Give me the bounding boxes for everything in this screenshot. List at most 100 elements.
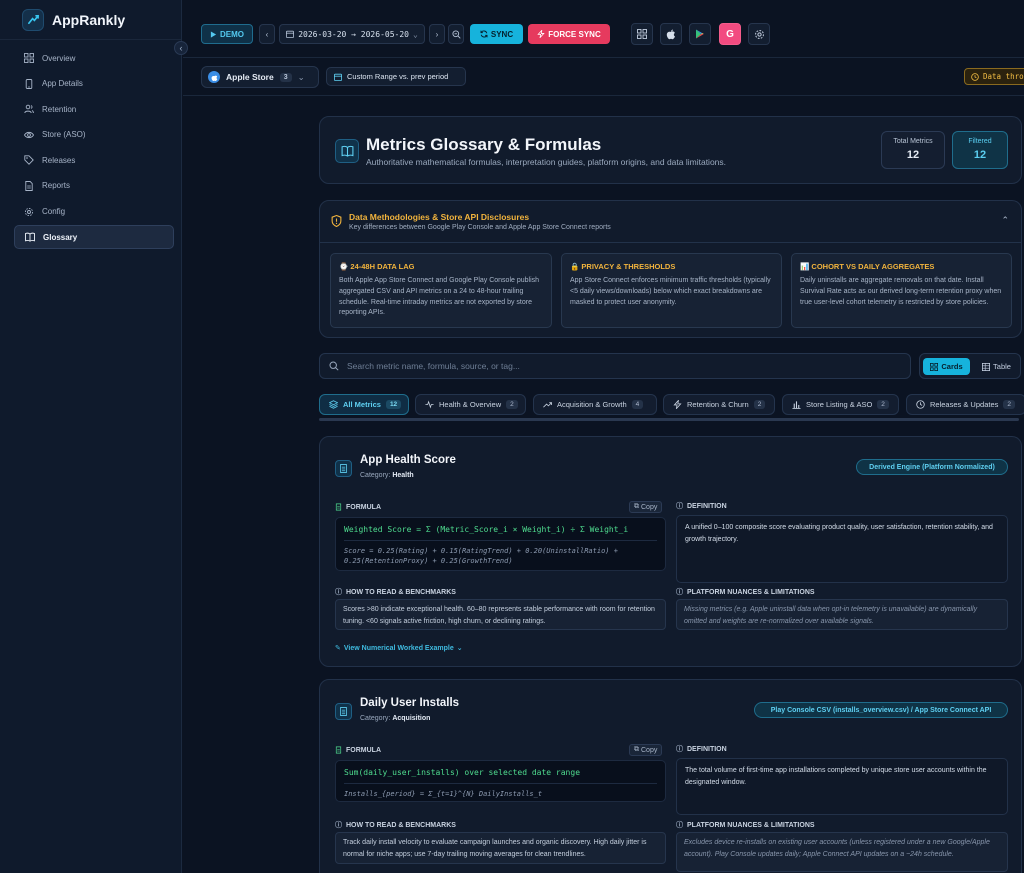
sidebar-item-app-details[interactable]: App Details [14, 72, 174, 96]
pulse-icon [425, 400, 434, 409]
tab-count: 2 [877, 400, 889, 409]
sidebar-nav: Overview App Details Retention Store (AS… [14, 46, 174, 251]
tab-retention-churn[interactable]: Retention & Churn 2 [663, 394, 775, 415]
table-view-button[interactable]: Table [975, 358, 1018, 375]
tab-releases-updates[interactable]: Releases & Updates 2 [906, 394, 1024, 415]
chevron-up-icon: ⌃ [1001, 215, 1009, 225]
tab-count: 2 [1003, 400, 1015, 409]
app-store-icon [208, 71, 220, 83]
disclosure-title: 🔒 PRIVACY & THRESHOLDS [570, 262, 676, 271]
calendar-icon [334, 73, 342, 81]
disclosure-text: App Store Connect enforces minimum traff… [570, 277, 771, 306]
sidebar-item-reports[interactable]: Reports [14, 174, 174, 198]
how-to-read-text: Scores >80 indicate exceptional health. … [335, 599, 666, 630]
prev-range-button[interactable]: ‹ [259, 24, 275, 44]
definition-label: ⓘ DEFINITION [676, 744, 727, 754]
how-to-read-label: ⓘ HOW TO READ & BENCHMARKS [335, 587, 456, 597]
sidebar-item-overview[interactable]: Overview [14, 46, 174, 70]
sync-button[interactable]: SYNC [470, 24, 523, 44]
eye-icon [24, 131, 34, 138]
table-view-label: Table [993, 362, 1011, 371]
info-icon: ⓘ [335, 589, 342, 596]
tab-all-metrics[interactable]: All Metrics 12 [319, 394, 409, 415]
play-icon [210, 30, 217, 38]
zoom-out-button[interactable] [448, 24, 464, 44]
nuances-heading: PLATFORM NUANCES & LIMITATIONS [687, 588, 815, 596]
bolt-icon [537, 30, 545, 38]
total-metrics-label: Total Metrics [893, 138, 933, 145]
tab-label: Store Listing & ASO [806, 400, 873, 409]
info-icon: ⓘ [335, 822, 342, 829]
logo[interactable]: AppRankly [0, 0, 181, 40]
tabs-scrollbar[interactable] [319, 418, 1019, 421]
worked-example-toggle[interactable]: ✎ View Numerical Worked Example ⌄ [335, 644, 463, 653]
sidebar-item-releases[interactable]: Releases [14, 148, 174, 172]
sidebar-item-label: Config [42, 207, 66, 217]
methodology-title: Data Methodologies & Store API Disclosur… [349, 212, 530, 222]
formula-code-block[interactable]: Weighted Score = Σ (Metric_Score_i × Wei… [335, 517, 666, 571]
nuances-heading: PLATFORM NUANCES & LIMITATIONS [687, 821, 815, 829]
metric-title: App Health Score [360, 454, 456, 466]
sync-label: SYNC [490, 29, 514, 39]
table-icon [982, 362, 991, 371]
sidebar-item-retention[interactable]: Retention [14, 97, 174, 121]
document-icon [25, 181, 33, 191]
category-value: Acquisition [392, 715, 431, 722]
metric-card-app-health-score: App Health Score Category: Health Derive… [319, 436, 1022, 667]
chevron-down-icon: ⌄ [456, 645, 463, 652]
data-freshness-chip[interactable]: Data thro [964, 68, 1024, 85]
google-play-platform-button[interactable] [689, 23, 711, 45]
tab-store-listing-aso[interactable]: Store Listing & ASO 2 [782, 394, 899, 415]
comparison-range-chip[interactable]: Custom Range vs. prev period [326, 67, 466, 86]
formula-main: Weighted Score = Σ (Metric_Score_i × Wei… [344, 525, 629, 534]
page-subtitle: Authoritative mathematical formulas, int… [366, 157, 727, 167]
nuances-text: Excludes device re-installs on existing … [676, 832, 1008, 872]
formula-code-block[interactable]: Sum(daily_user_installs) over selected d… [335, 760, 666, 802]
copy-formula-button[interactable]: ⧉ Copy [629, 744, 663, 756]
logo-chart-icon [22, 8, 44, 31]
store-label: Apple Store [226, 72, 274, 82]
category-prefix: Category: [360, 472, 391, 479]
google-account-button[interactable]: G [719, 23, 741, 45]
collapse-panel-button[interactable]: ⌃ [1001, 215, 1009, 226]
copy-formula-button[interactable]: ⧉ Copy [629, 501, 663, 513]
comparison-range-text: Custom Range vs. prev period [347, 72, 449, 81]
store-count-badge: 3 [279, 72, 292, 82]
all-platforms-button[interactable] [631, 23, 653, 45]
sidebar-item-label: App Details [42, 79, 83, 89]
apple-platform-button[interactable] [660, 23, 682, 45]
document-icon [335, 460, 352, 477]
nuances-label: ⓘ PLATFORM NUANCES & LIMITATIONS [676, 820, 815, 830]
metric-source-badge: Play Console CSV (installs_overview.csv)… [754, 702, 1008, 718]
metric-category: Category: Acquisition [360, 715, 430, 722]
layers-icon [329, 400, 338, 409]
zoom-out-icon [451, 29, 461, 39]
date-range-picker[interactable]: 2026-03-20 → 2026-05-20 ⌄ [279, 24, 425, 44]
formula-heading: FORMULA [346, 746, 381, 754]
force-sync-button[interactable]: FORCE SYNC [528, 24, 610, 44]
settings-button[interactable] [748, 23, 770, 45]
definition-heading: DEFINITION [687, 745, 727, 753]
glossary-header-card: Metrics Glossary & Formulas Authoritativ… [319, 116, 1022, 184]
how-to-read-heading: HOW TO READ & BENCHMARKS [346, 588, 456, 596]
grid-icon [637, 29, 647, 39]
search-input[interactable] [347, 361, 867, 371]
tab-health-overview[interactable]: Health & Overview 2 [415, 394, 526, 415]
store-selector[interactable]: Apple Store 3 ⌄ [201, 66, 319, 88]
demo-button[interactable]: DEMO [201, 24, 253, 44]
data-lag-disclosure: ⌚ 24-48H DATA LAG Both Apple App Store C… [330, 253, 552, 328]
category-value: Health [392, 472, 414, 479]
chevron-right-icon: › [435, 29, 439, 39]
info-icon: ⓘ [676, 589, 683, 596]
cards-view-button[interactable]: Cards [923, 358, 970, 375]
document-icon [335, 703, 352, 720]
sidebar-item-glossary[interactable]: Glossary [14, 225, 174, 250]
sidebar-item-config[interactable]: Config [14, 200, 174, 224]
tab-acquisition-growth[interactable]: Acquisition & Growth 4 [533, 394, 657, 415]
copy-label: Copy [641, 746, 658, 754]
sidebar-item-label: Releases [42, 155, 76, 165]
next-range-button[interactable]: › [429, 24, 445, 44]
sidebar-item-store-aso[interactable]: Store (ASO) [14, 123, 174, 147]
definition-heading: DEFINITION [687, 502, 727, 510]
chevron-left-icon: ‹ [265, 29, 269, 39]
